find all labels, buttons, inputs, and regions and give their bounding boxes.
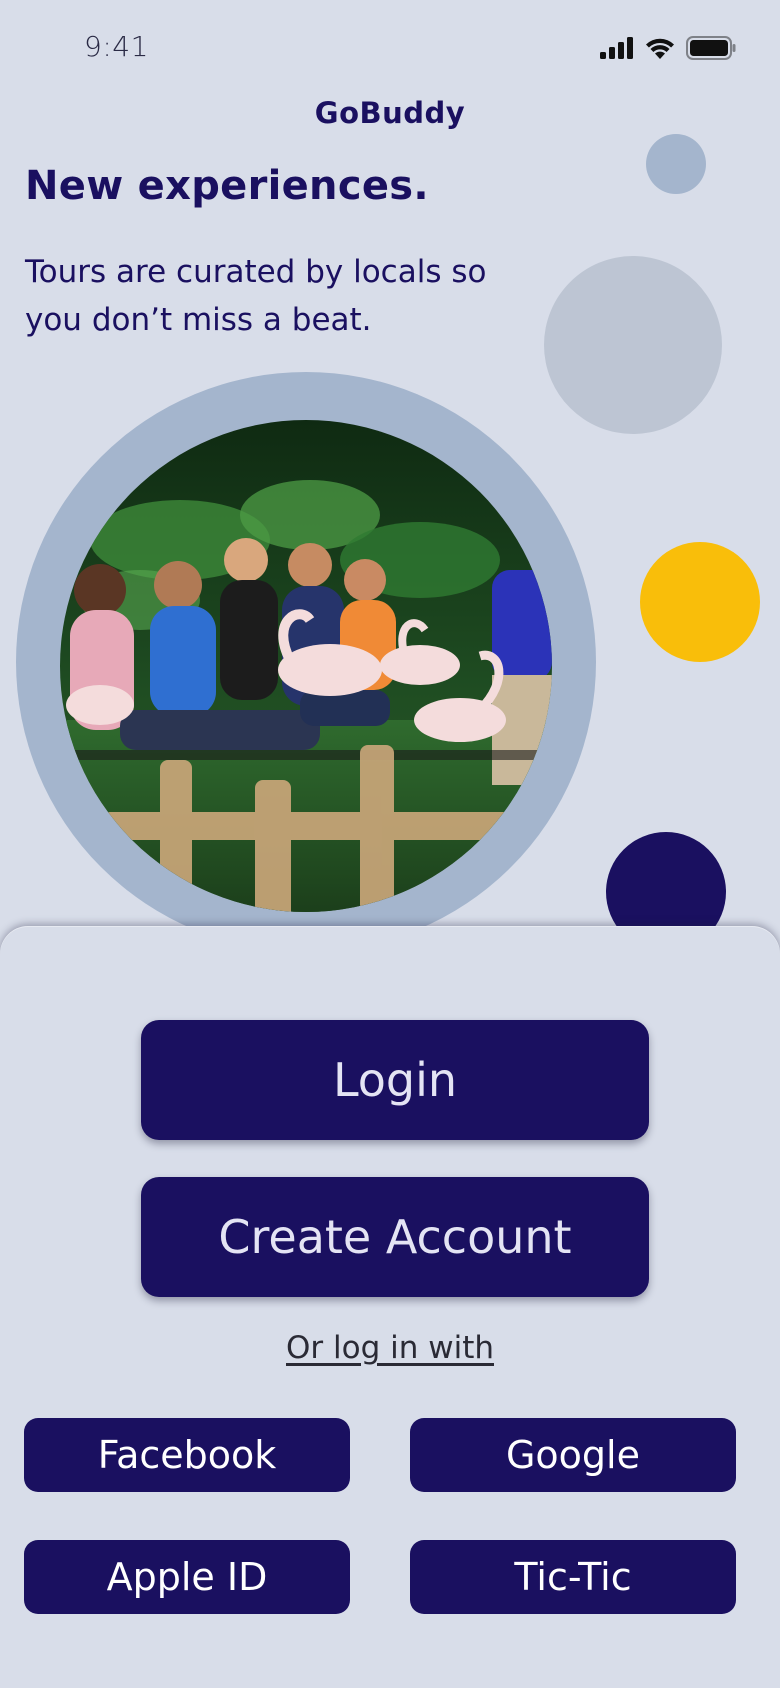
auth-panel: Login Create Account Or log in with Face… [0, 926, 780, 1688]
login-button[interactable]: Login [141, 1020, 649, 1140]
hero-image [60, 420, 552, 912]
tagline: Tours are curated by locals so you don’t… [25, 254, 487, 338]
status-time: 9:41 [84, 30, 149, 63]
facebook-login-button[interactable]: Facebook [24, 1418, 350, 1492]
create-account-button[interactable]: Create Account [141, 1177, 649, 1297]
apple-id-login-button[interactable]: Apple ID [24, 1540, 350, 1614]
status-icons [600, 36, 736, 64]
decorative-circle-small [646, 134, 706, 194]
alt-login-link[interactable]: Or log in with [0, 1330, 780, 1366]
wifi-icon [644, 36, 676, 64]
headline: New experiences. [25, 163, 429, 209]
cellular-signal-icon [600, 37, 634, 63]
google-login-button[interactable]: Google [410, 1418, 736, 1492]
decorative-circle-yellow [640, 542, 760, 662]
battery-icon [686, 36, 736, 64]
app-title: GoBuddy [314, 96, 466, 130]
decorative-circle-large [544, 256, 722, 434]
tic-tic-login-button[interactable]: Tic-Tic [410, 1540, 736, 1614]
